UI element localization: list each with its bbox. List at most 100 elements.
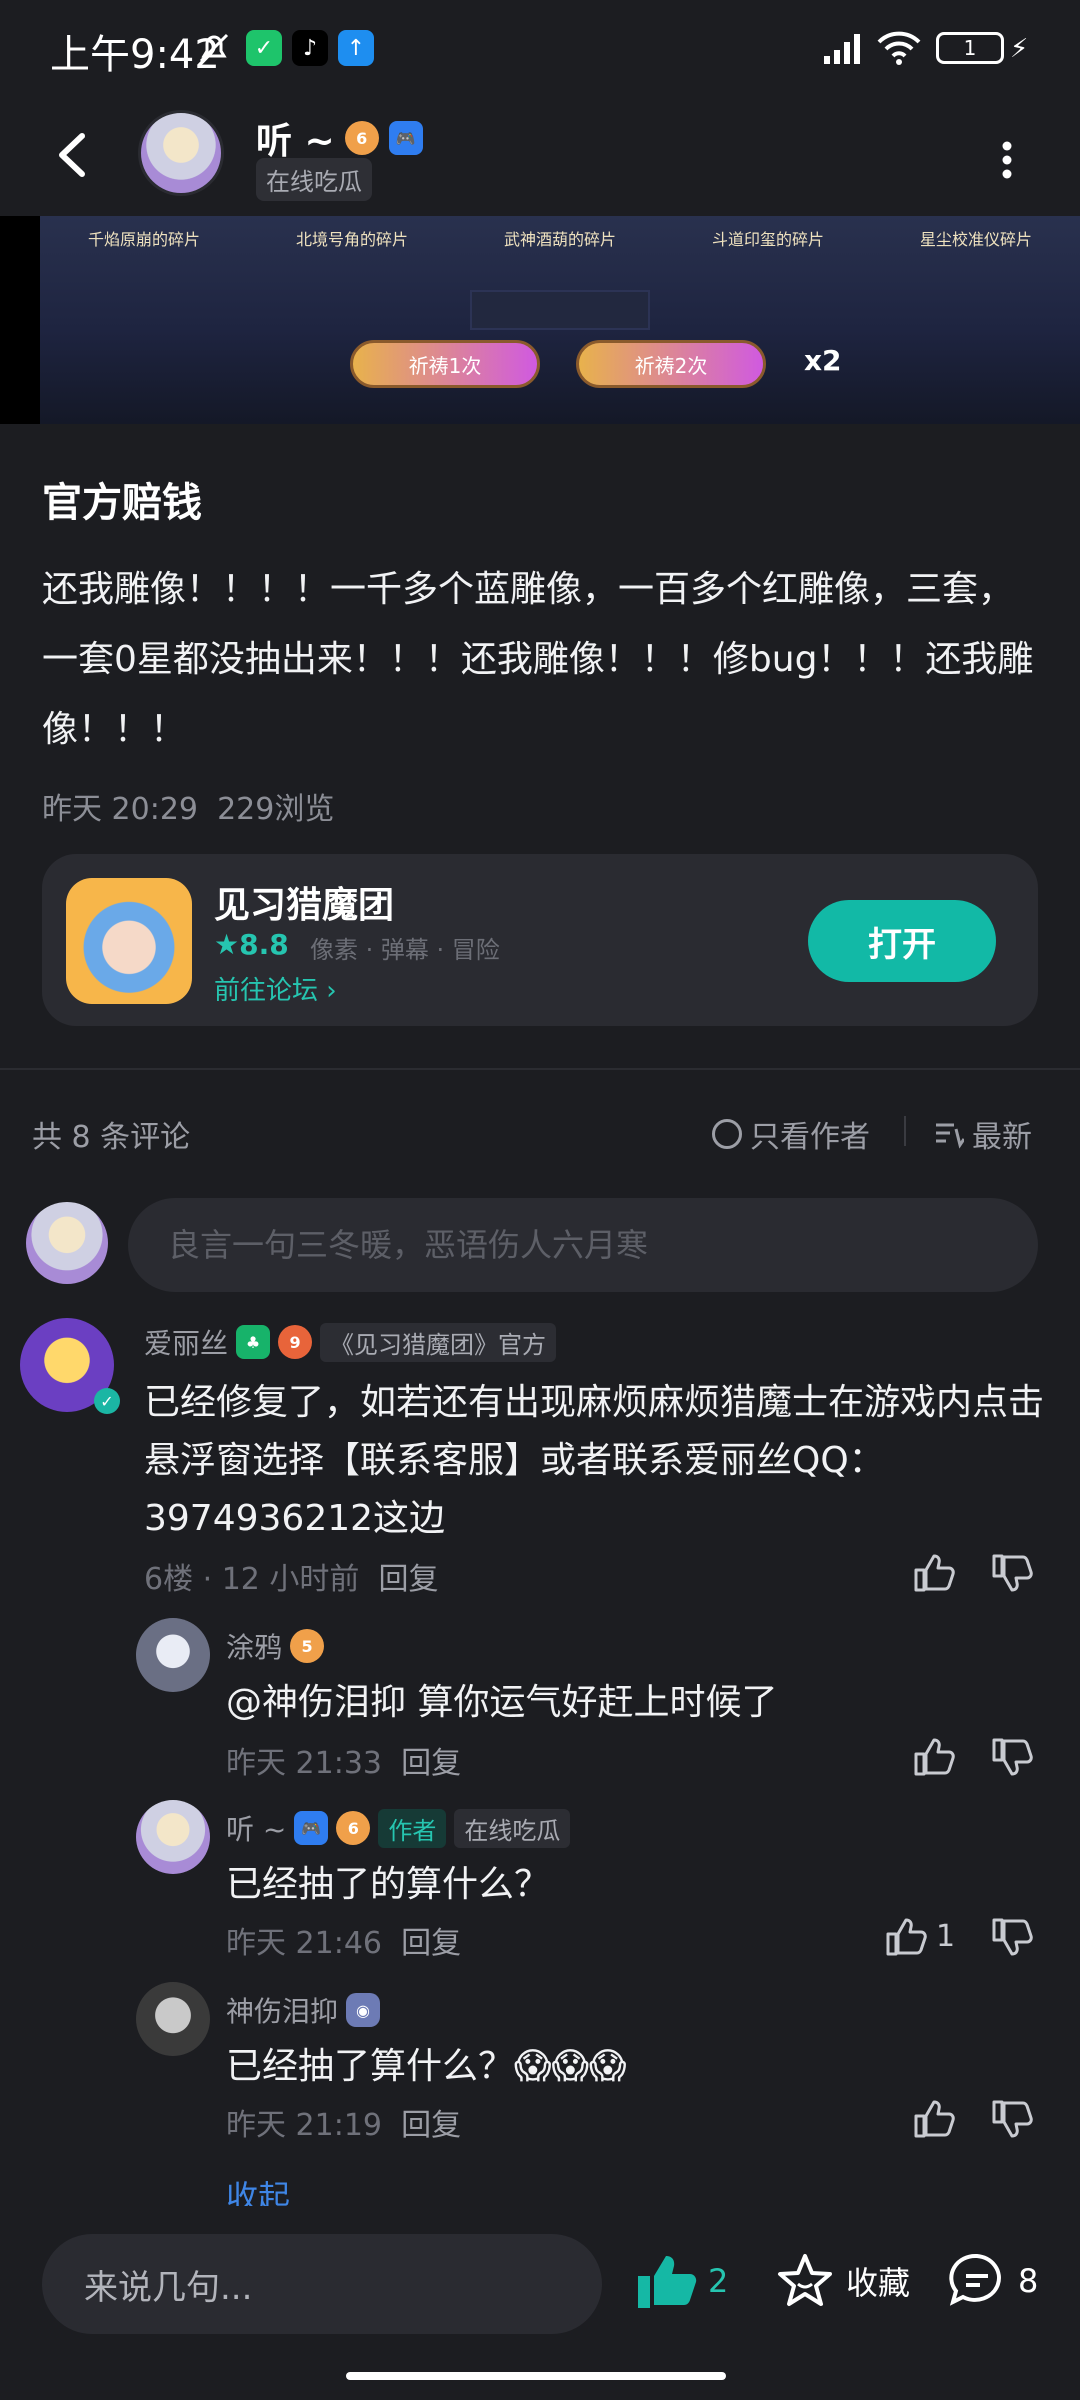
upload-app-icon: ↑ — [338, 30, 374, 66]
radio-icon — [712, 1119, 742, 1149]
like-icon[interactable] — [912, 2096, 956, 2140]
comment-header: 爱丽丝 ♣ 9 《见习猎魔团》官方 — [144, 1322, 557, 1362]
comment-text: 已经修复了，如若还有出现麻烦麻烦猎魔士在游戏内点击悬浮窗选择【联系客服】或者联系… — [144, 1382, 1045, 1539]
official-tag: 《见习猎魔团》官方 — [320, 1322, 557, 1362]
battery-icon: 1 — [936, 32, 1004, 64]
gamepad-badge-icon: 🎮 — [388, 121, 423, 155]
reply-header: 涂鸦 5 — [226, 1626, 325, 1666]
comments-button[interactable]: 8 — [948, 2252, 1038, 2310]
post-time: 昨天 20:29 — [42, 792, 198, 827]
replier-avatar[interactable] — [136, 1618, 210, 1692]
reply-button[interactable]: 回复 — [378, 1562, 438, 1597]
post-body: 还我雕像！！！！一千多个蓝雕像，一百多个红雕像，三套，一套0星都没抽出来！！！还… — [42, 569, 1034, 750]
sort-icon — [936, 1123, 964, 1149]
comment-input[interactable] — [128, 1198, 1038, 1292]
home-indicator[interactable] — [346, 2372, 726, 2380]
reply-text: 已经抽了算什么？😱😱😱 — [226, 2046, 627, 2087]
discord-badge-icon: ◉ — [346, 1993, 381, 2027]
bottom-comment-input[interactable]: 来说几句... — [42, 2234, 602, 2334]
wifi-icon — [876, 30, 922, 70]
commenter-name[interactable]: 爱丽丝 — [144, 1322, 228, 1362]
section-divider — [0, 1068, 1080, 1070]
like-button[interactable]: 1 — [884, 1914, 955, 1958]
game-name[interactable]: 见习猎魔团 — [214, 876, 394, 928]
game-icon[interactable] — [66, 878, 192, 1004]
shield-app-icon: ✓ — [246, 30, 282, 66]
chevron-right-icon: › — [326, 976, 337, 1006]
fragment-labels: 千焰原崩的碎片 北境号角的碎片 武神酒葫的碎片 斗道印玺的碎片 星尘校准仪碎片 — [40, 226, 1080, 266]
reply-header: 神伤泪抑 ◉ — [226, 1990, 381, 2030]
back-button[interactable] — [52, 130, 92, 180]
replier-name[interactable]: 神伤泪抑 — [226, 1990, 338, 2030]
dislike-icon[interactable] — [990, 1736, 1034, 1780]
reply-time: 昨天 21:33 — [226, 1746, 382, 1781]
fragment-label: 斗道印玺的碎片 — [711, 230, 824, 249]
reply-time: 昨天 21:19 — [226, 2108, 382, 2143]
tiktok-icon: ♪ — [292, 30, 328, 66]
fragment-label: 武神酒葫的碎片 — [503, 230, 616, 249]
multiplier-label: x2 — [804, 344, 842, 377]
official-badge-icon: ♣ — [236, 1325, 271, 1359]
forum-link[interactable]: 前往论坛 › — [214, 970, 337, 1007]
author-avatar[interactable] — [138, 110, 224, 196]
dislike-icon[interactable] — [990, 1552, 1034, 1596]
comment-bubble-icon — [949, 2253, 1001, 2306]
replier-name[interactable]: 听 ~ — [226, 1808, 286, 1848]
altar-steps — [470, 290, 650, 330]
author-name[interactable]: 听 ~ 6 🎮 — [256, 112, 423, 164]
like-icon[interactable] — [912, 1734, 956, 1778]
reply-meta: 昨天 21:46 回复 — [226, 1918, 461, 1962]
reply-text: @神伤泪抑 算你运气好赶上时候了 — [226, 1682, 778, 1723]
fragment-label: 星尘校准仪碎片 — [919, 230, 1032, 249]
verified-icon: ✓ — [94, 1388, 120, 1414]
level-badge-icon: 6 — [336, 1811, 371, 1845]
game-rating: ★8.8 — [214, 928, 289, 961]
reply-button[interactable]: 回复 — [401, 1926, 461, 1961]
comment-count: 共 8 条评论 — [32, 1120, 191, 1155]
fragment-label: 千焰原崩的碎片 — [87, 230, 200, 249]
level-badge-icon: 5 — [290, 1629, 325, 1663]
like-icon[interactable] — [912, 1550, 956, 1594]
signal-icon — [820, 32, 866, 70]
reply-meta: 昨天 21:33 回复 — [226, 1738, 461, 1782]
more-options-icon[interactable] — [1000, 140, 1014, 180]
favorite-button[interactable]: 收藏 — [776, 2252, 910, 2310]
reply-meta: 昨天 21:19 回复 — [226, 2100, 461, 2144]
sort-label: 最新 — [972, 1120, 1032, 1155]
star-outline-icon — [778, 2254, 832, 2306]
favorite-label: 收藏 — [846, 2264, 911, 2302]
dislike-icon[interactable] — [990, 2098, 1034, 2142]
reply-header: 听 ~ 🎮 6 作者 在线吃瓜 — [226, 1808, 571, 1848]
like-count: 1 — [936, 1918, 956, 1954]
pray-twice-button: 祈祷2次 — [576, 340, 766, 388]
post-meta: 昨天 20:29 229浏览 — [42, 784, 334, 828]
image-edge — [0, 216, 40, 424]
open-game-button[interactable]: 打开 — [808, 900, 996, 982]
post-like-button[interactable]: 2 — [636, 2252, 728, 2310]
only-author-label: 只看作者 — [750, 1120, 870, 1155]
comment-meta: 6楼 · 12 小时前 回复 — [144, 1554, 438, 1598]
level-badge-icon: 6 — [344, 121, 379, 155]
reply-button[interactable]: 回复 — [401, 1746, 461, 1781]
author-tag: 作者 — [378, 1808, 447, 1848]
replier-name[interactable]: 涂鸦 — [226, 1626, 282, 1666]
comment-floor-time: 6楼 · 12 小时前 — [144, 1562, 360, 1597]
post-views: 229浏览 — [217, 792, 335, 827]
reply-button[interactable]: 回复 — [401, 2108, 461, 2143]
like-icon — [886, 1918, 927, 1956]
gamepad-badge-icon: 🎮 — [294, 1811, 329, 1845]
sort-toggle[interactable]: 最新 — [934, 1112, 1032, 1156]
level-badge-icon: 9 — [278, 1325, 313, 1359]
header-separator — [904, 1116, 906, 1146]
replier-avatar[interactable] — [136, 1800, 210, 1874]
battery-level: 1 — [963, 36, 977, 60]
only-author-toggle[interactable]: 只看作者 — [712, 1112, 870, 1156]
status-time: 上午9:42 — [50, 32, 220, 78]
replier-avatar[interactable] — [136, 1982, 210, 2056]
dislike-icon[interactable] — [990, 1916, 1034, 1960]
post-like-count: 2 — [708, 2262, 729, 2300]
my-avatar — [26, 1202, 108, 1284]
comments-count: 8 — [1018, 2262, 1039, 2300]
reply-time: 昨天 21:46 — [226, 1926, 382, 1961]
thumbs-up-icon — [638, 2256, 697, 2308]
